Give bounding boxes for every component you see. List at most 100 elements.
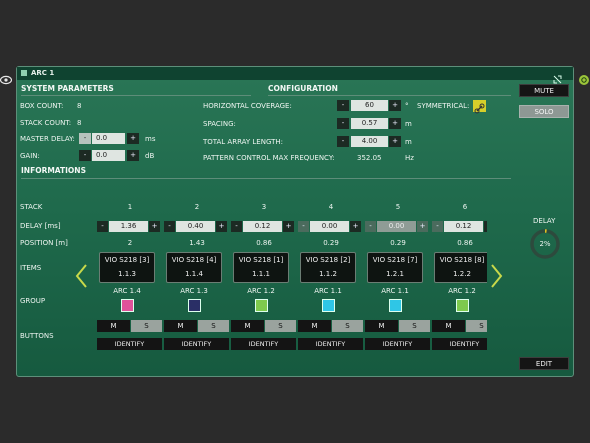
row-label-items: ITEMS xyxy=(20,264,42,272)
gain-label: GAIN: xyxy=(20,152,40,160)
mute-toggle[interactable]: M xyxy=(231,320,264,332)
delay-minus[interactable]: - xyxy=(432,221,443,232)
identify-button[interactable]: IDENTIFY xyxy=(432,338,487,350)
position-value: 2 xyxy=(127,239,133,247)
stack-number: 6 xyxy=(462,203,468,211)
master-delay-plus[interactable]: + xyxy=(127,133,139,144)
mute-button[interactable]: MUTE xyxy=(519,84,569,97)
spacing-label: SPACING: xyxy=(203,120,236,128)
item-id: 1.1.4 xyxy=(185,270,203,278)
chevron-right-icon[interactable] xyxy=(490,263,504,289)
solo-button[interactable]: SOLO xyxy=(519,105,569,118)
identify-button[interactable]: IDENTIFY xyxy=(164,338,229,350)
group-color-swatch[interactable] xyxy=(121,299,134,312)
mute-toggle[interactable]: M xyxy=(432,320,465,332)
edit-button[interactable]: EDIT xyxy=(519,357,569,370)
delay-input[interactable]: 0.40 xyxy=(176,221,215,232)
spacing-minus[interactable]: - xyxy=(337,118,349,129)
spacing-input[interactable]: 0.57 xyxy=(351,118,388,129)
delay-minus[interactable]: - xyxy=(298,221,309,232)
solo-toggle[interactable]: S xyxy=(466,320,487,332)
item-id: 1.1.2 xyxy=(319,270,337,278)
identify-button[interactable]: IDENTIFY xyxy=(97,338,162,350)
solo-toggle[interactable]: S xyxy=(265,320,296,332)
row-label-stack: STACK xyxy=(20,203,43,211)
item-card[interactable]: VIO S218 [4] 1.1.4 xyxy=(166,252,222,283)
tal-minus[interactable]: - xyxy=(337,136,349,147)
tal-input[interactable]: 4.00 xyxy=(351,136,388,147)
gain-input[interactable]: 0.0 xyxy=(92,150,125,161)
delay-minus[interactable]: - xyxy=(365,221,376,232)
delay-input[interactable]: 0.12 xyxy=(444,221,483,232)
mute-toggle[interactable]: M xyxy=(365,320,398,332)
informations-header: INFORMATIONS xyxy=(21,166,86,175)
delay-minus[interactable]: - xyxy=(97,221,108,232)
solo-toggle[interactable]: S xyxy=(332,320,363,332)
delay-gauge-label: DELAY xyxy=(533,217,556,225)
gain-unit: dB xyxy=(145,152,155,160)
gain-plus[interactable]: + xyxy=(127,150,139,161)
chevron-left-icon[interactable] xyxy=(74,263,88,289)
group-label: ARC 1.3 xyxy=(180,287,208,295)
delay-input[interactable]: 0.00 xyxy=(310,221,349,232)
eye-icon[interactable] xyxy=(0,71,13,85)
total-array-length-label: TOTAL ARRAY LENGTH: xyxy=(203,138,284,146)
group-label: ARC 1.2 xyxy=(448,287,476,295)
link-icon[interactable] xyxy=(473,100,486,114)
delay-plus[interactable]: + xyxy=(216,221,227,232)
item-card[interactable]: VIO S218 [3] 1.1.3 xyxy=(99,252,155,283)
expand-icon[interactable] xyxy=(553,69,562,84)
delay-input[interactable]: 1.36 xyxy=(109,221,148,232)
group-label: ARC 1.4 xyxy=(113,287,141,295)
item-card[interactable]: VIO S218 [8] 1.2.2 xyxy=(434,252,487,283)
gain-minus[interactable]: - xyxy=(79,150,91,161)
identify-button[interactable]: IDENTIFY xyxy=(231,338,296,350)
window-icon xyxy=(21,70,27,76)
item-card[interactable]: VIO S218 [7] 1.2.1 xyxy=(367,252,423,283)
spacing-plus[interactable]: + xyxy=(389,118,401,129)
gear-icon[interactable] xyxy=(578,71,590,85)
delay-plus[interactable]: + xyxy=(283,221,294,232)
delay-minus[interactable]: - xyxy=(231,221,242,232)
group-color-swatch[interactable] xyxy=(188,299,201,312)
group-color-swatch[interactable] xyxy=(255,299,268,312)
solo-toggle[interactable]: S xyxy=(399,320,430,332)
mute-toggle[interactable]: M xyxy=(97,320,130,332)
group-color-swatch[interactable] xyxy=(456,299,469,312)
tal-plus[interactable]: + xyxy=(389,136,401,147)
master-delay-minus[interactable]: - xyxy=(79,133,91,144)
horizontal-coverage-label: HORIZONTAL COVERAGE: xyxy=(203,102,292,110)
group-color-swatch[interactable] xyxy=(322,299,335,312)
delay-input[interactable]: 0.00 xyxy=(377,221,416,232)
item-card[interactable]: VIO S218 [1] 1.1.1 xyxy=(233,252,289,283)
group-label: ARC 1.1 xyxy=(381,287,409,295)
solo-toggle[interactable]: S xyxy=(198,320,229,332)
master-delay-input[interactable]: 0.0 xyxy=(92,133,125,144)
mute-toggle[interactable]: M xyxy=(164,320,197,332)
mute-toggle[interactable]: M xyxy=(298,320,331,332)
delay-plus[interactable]: + xyxy=(484,221,487,232)
master-delay-label: MASTER DELAY: xyxy=(20,135,75,143)
hcov-input[interactable]: 60 xyxy=(351,100,388,111)
delay-input[interactable]: 0.12 xyxy=(243,221,282,232)
item-name: VIO S218 [8] xyxy=(439,256,485,264)
divider xyxy=(268,95,511,96)
arc-window: ARC 1 SYSTEM PARAMETERS CONFIGURATION BO… xyxy=(16,66,574,377)
position-value: 0.86 xyxy=(457,239,473,247)
delay-plus[interactable]: + xyxy=(417,221,428,232)
hcov-plus[interactable]: + xyxy=(389,100,401,111)
item-name: VIO S218 [2] xyxy=(305,256,351,264)
identify-button[interactable]: IDENTIFY xyxy=(298,338,363,350)
hcov-unit: ° xyxy=(405,102,409,110)
delay-plus[interactable]: + xyxy=(350,221,361,232)
solo-toggle[interactable]: S xyxy=(131,320,162,332)
item-card[interactable]: VIO S218 [2] 1.1.2 xyxy=(300,252,356,283)
hcov-minus[interactable]: - xyxy=(337,100,349,111)
item-id: 1.2.2 xyxy=(453,270,471,278)
delay-plus[interactable]: + xyxy=(149,221,160,232)
group-color-swatch[interactable] xyxy=(389,299,402,312)
stack-count-label: STACK COUNT: xyxy=(20,119,72,127)
identify-button[interactable]: IDENTIFY xyxy=(365,338,430,350)
delay-minus[interactable]: - xyxy=(164,221,175,232)
row-label-position: POSITION [m] xyxy=(20,239,68,247)
